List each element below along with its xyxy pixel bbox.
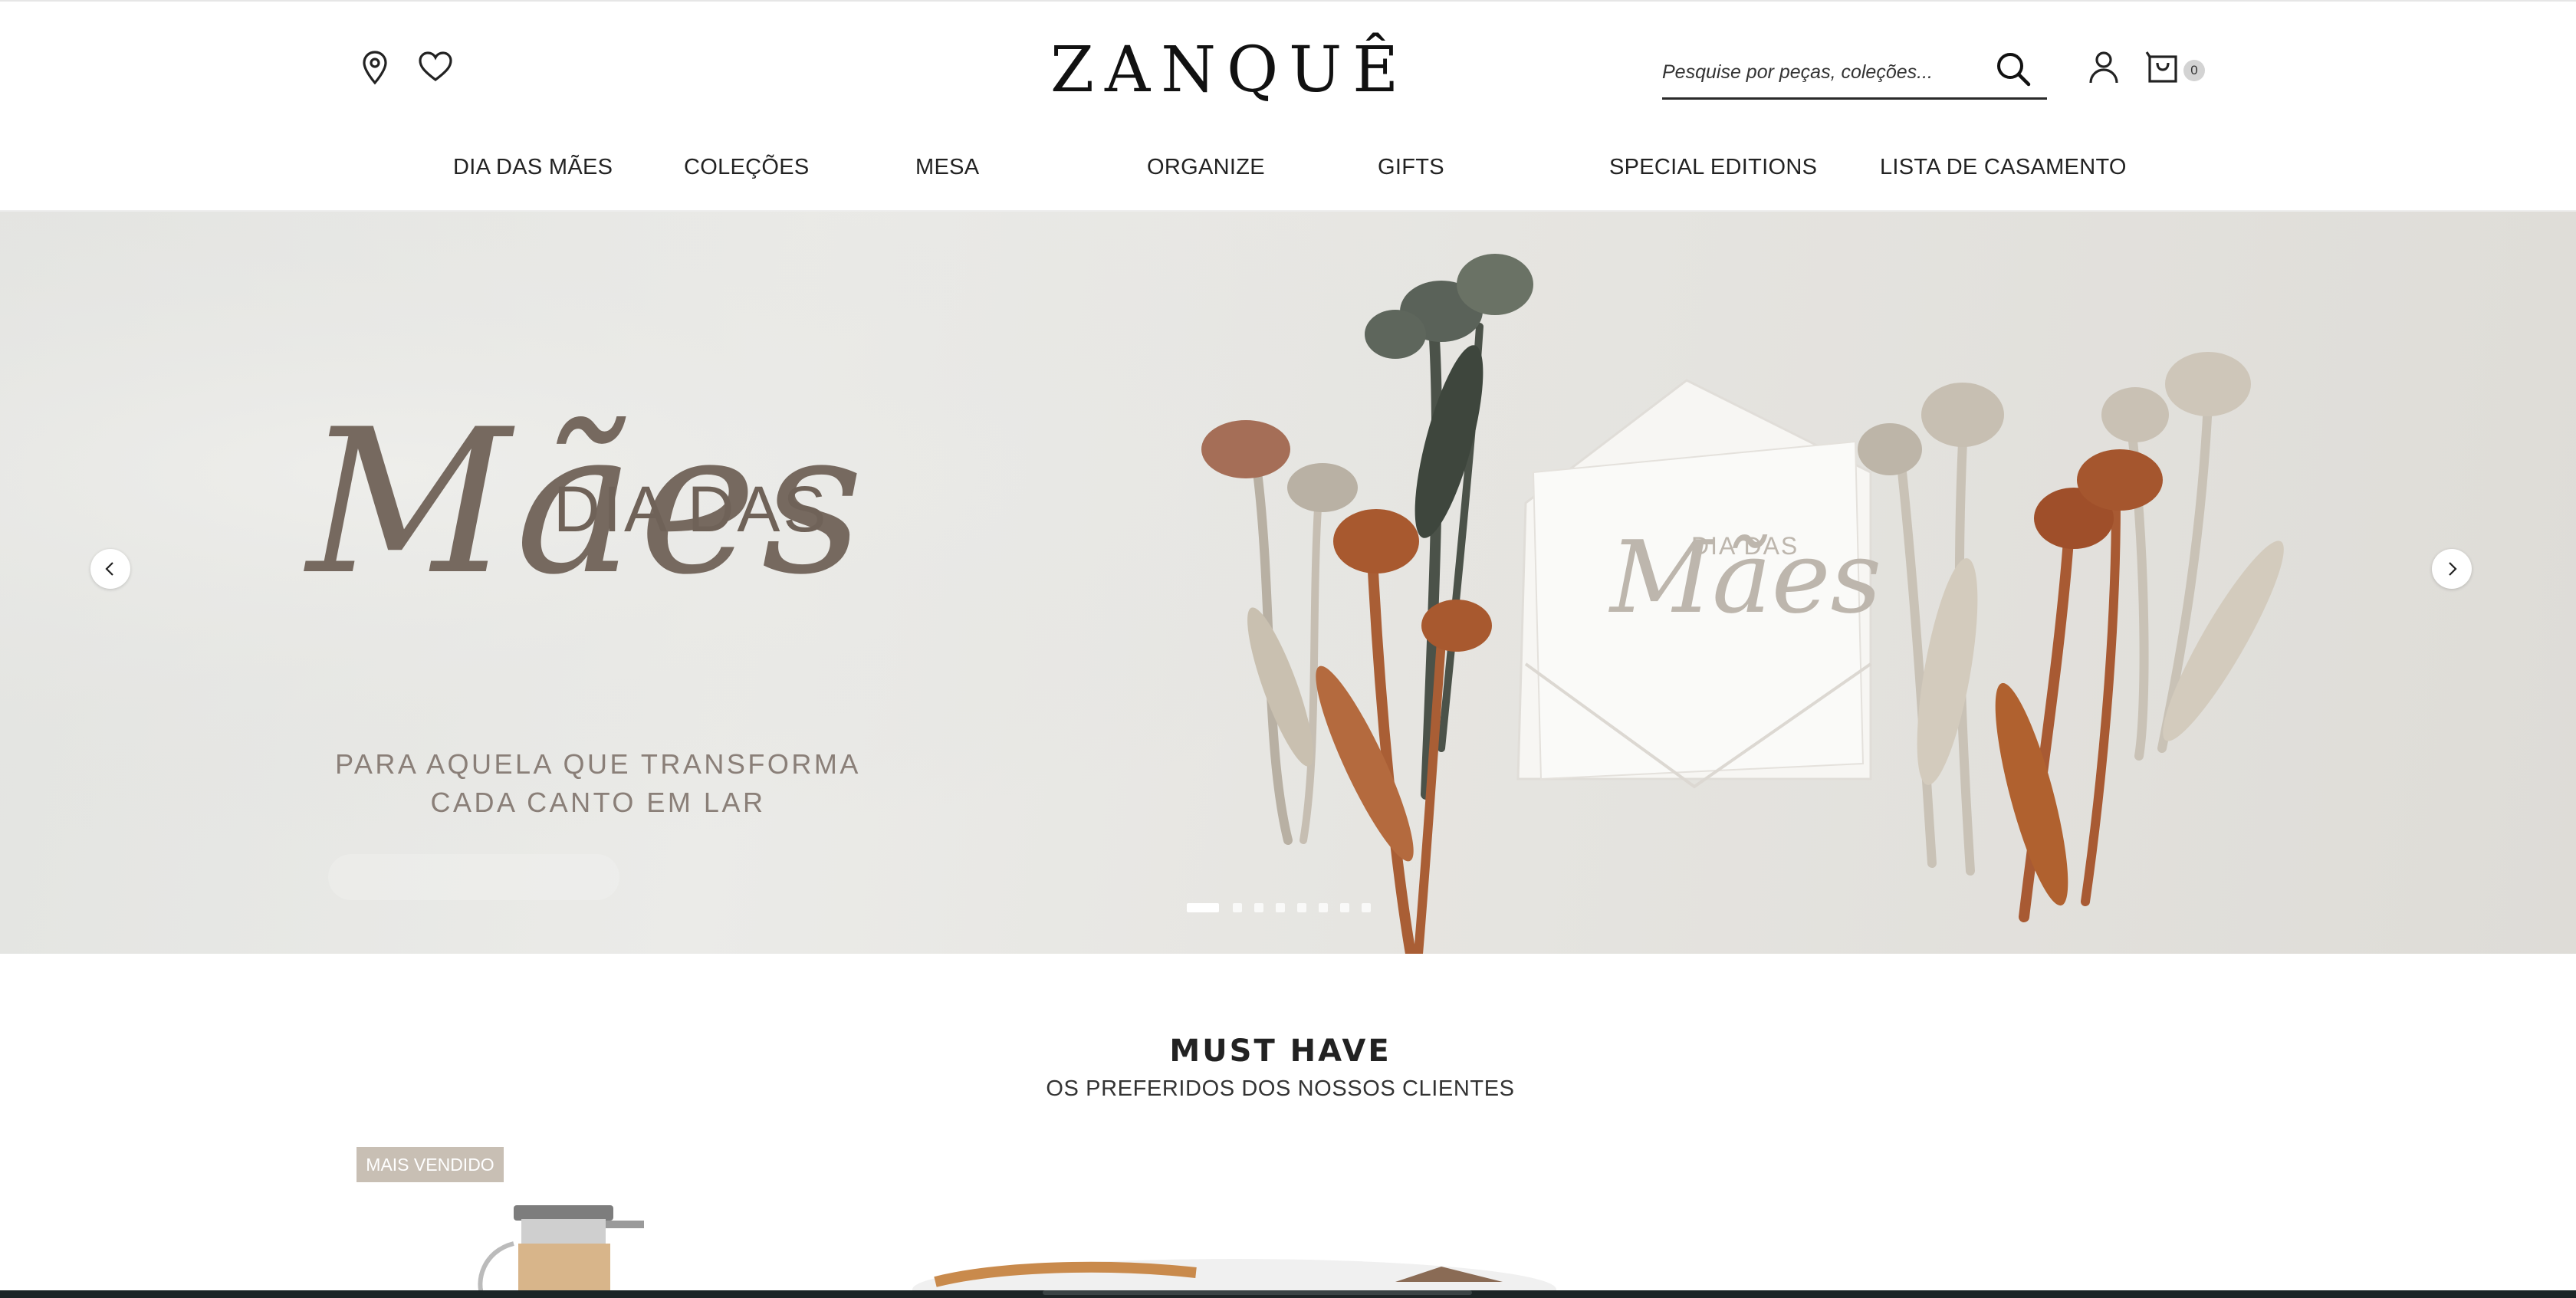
heart-icon[interactable] — [416, 48, 455, 87]
search-bar — [1662, 44, 2047, 100]
chevron-right-icon — [2449, 562, 2457, 576]
brand-logo[interactable]: ZANQUÊ — [1050, 38, 1398, 103]
carousel-dot[interactable] — [1276, 903, 1285, 912]
nav-dia-das-maes[interactable]: DIA DAS MÃES — [453, 155, 613, 180]
hero-subtitle-line2: CADA CANTO EM LAR — [430, 787, 766, 818]
nav-organize[interactable]: ORGANIZE — [1147, 155, 1265, 180]
carousel-dot[interactable] — [1362, 903, 1371, 912]
cart-count-badge: 0 — [2183, 60, 2205, 81]
cart-icon[interactable] — [2144, 48, 2183, 87]
carousel-dot[interactable] — [1319, 903, 1328, 912]
carousel-dot[interactable] — [1187, 903, 1219, 912]
nav-gifts[interactable]: GIFTS — [1378, 155, 1444, 180]
carousel-dot[interactable] — [1254, 903, 1263, 912]
nav-special-editions[interactable]: SPECIAL EDITIONS — [1609, 155, 1817, 180]
hero-cta-button[interactable] — [328, 854, 619, 900]
page: ZANQUÊ 0 DIA DAS MÃES COLEÇÕES MESA ORGA… — [0, 0, 2576, 1290]
carousel-next-button[interactable] — [2432, 549, 2472, 589]
user-icon[interactable] — [2084, 48, 2124, 87]
carousel-dot[interactable] — [1297, 903, 1306, 912]
carousel-prev-button[interactable] — [90, 549, 130, 589]
nav-colecoes[interactable]: COLEÇÕES — [684, 155, 810, 180]
hero-subtitle-line1: PARA AQUELA QUE TRANSFORMA — [335, 748, 861, 780]
product-image[interactable] — [905, 1213, 1564, 1290]
nav-lista-de-casamento[interactable]: LISTA DE CASAMENTO — [1880, 155, 2127, 180]
chevron-left-icon — [105, 562, 113, 576]
nav-mesa[interactable]: MESA — [915, 155, 979, 180]
location-pin-icon[interactable] — [355, 48, 395, 87]
carousel-dot[interactable] — [1233, 903, 1242, 912]
os-taskbar — [0, 1290, 2576, 1298]
carousel-dot[interactable] — [1340, 903, 1349, 912]
search-input[interactable] — [1662, 51, 1984, 94]
bestseller-badge: MAIS VENDIDO — [356, 1147, 504, 1182]
search-icon[interactable] — [1993, 49, 2033, 89]
section-subtitle: OS PREFERIDOS DOS NOSSOS CLIENTES — [1046, 1076, 1515, 1101]
product-image[interactable] — [460, 1198, 659, 1290]
hero-heading: DIA DAS — [554, 473, 830, 545]
section-title: MUST HAVE — [1169, 1033, 1392, 1069]
card-heading: DIA DAS — [1691, 532, 1799, 560]
hero-banner[interactable]: Mães DIA DAS PARA AQUELA QUE TRANSFORMA … — [0, 212, 2576, 954]
